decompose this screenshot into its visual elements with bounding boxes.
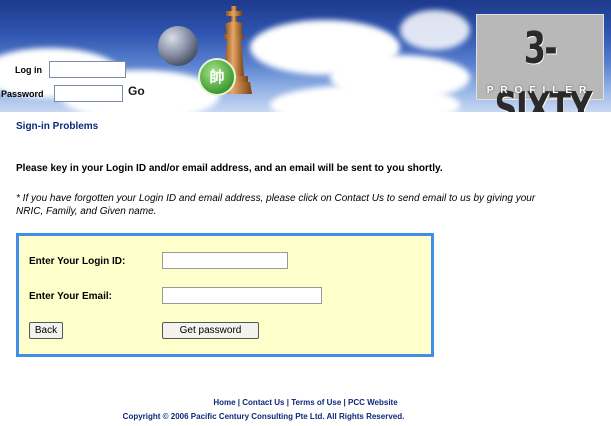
footer-terms-link[interactable]: Terms of Use [291,398,341,407]
footer-links: Home | Contact Us | Terms of Use | PCC W… [0,398,611,407]
footer-separator: | [286,398,289,407]
back-button[interactable]: Back [29,322,63,339]
go-button[interactable]: Go [128,84,145,98]
help-note: * If you have forgotten your Login ID an… [16,193,536,217]
email-input[interactable] [162,287,322,304]
footer-pcc-link[interactable]: PCC Website [348,398,398,407]
get-password-button[interactable]: Get password [162,322,259,339]
login-id-label: Enter Your Login ID: [29,256,126,267]
header-password-input[interactable] [54,85,123,102]
logo-main-text: 3-SIXTY [494,23,593,112]
footer-contact-link[interactable]: Contact Us [242,398,284,407]
login-id-input[interactable] [162,252,288,269]
instruction-text: Please key in your Login ID and/or email… [16,163,443,174]
logo: 3-SIXTY PROFILER [476,14,604,112]
footer-home-link[interactable]: Home [213,398,235,407]
page-title: Sign-in Problems [16,121,99,132]
footer-separator: | [237,398,241,407]
copyright-text: Copyright © 2006 Pacific Century Consult… [122,412,405,421]
header-banner: 帥 3-SIXTY PROFILER Log in Password Go [0,0,611,112]
email-label: Enter Your Email: [29,291,112,302]
password-label: Password [1,89,44,99]
footer-separator: | [343,398,346,407]
login-label: Log in [15,65,42,75]
header-login-input[interactable] [49,61,126,78]
signin-help-form: Enter Your Login ID: Enter Your Email: B… [16,233,434,357]
logo-sub-text: PROFILER [486,85,594,96]
seal-emblem: 帥 [198,58,236,96]
sphere-image [158,26,198,66]
cloud-decoration [400,10,470,50]
